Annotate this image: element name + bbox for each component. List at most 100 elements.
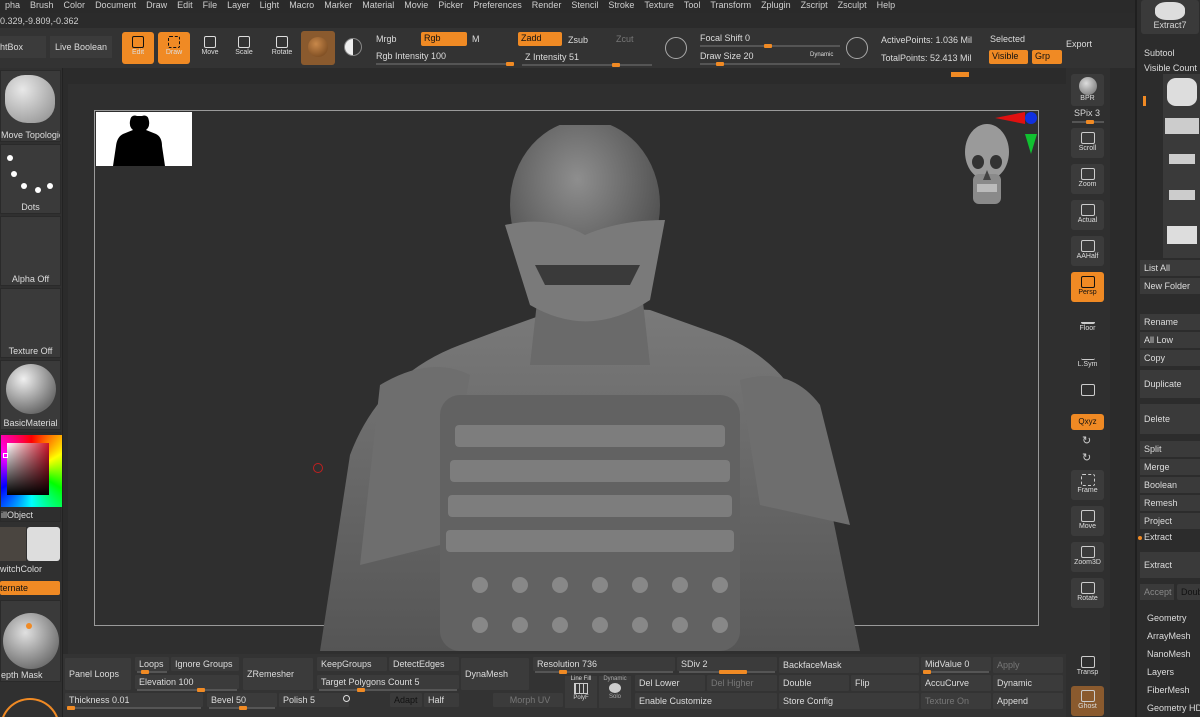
scroll-button[interactable]: Scroll [1071, 128, 1104, 158]
rotate-y-icon[interactable]: ↻ [1082, 434, 1091, 447]
lsym-button[interactable]: L.Sym [1071, 344, 1104, 374]
sculpt-model[interactable] [320, 125, 880, 651]
material-sphere-button[interactable] [301, 31, 335, 65]
thickness-slider[interactable]: Thickness 0.01 [65, 693, 203, 707]
z-intensity-track[interactable] [522, 63, 652, 67]
focal-shift-slider[interactable]: Focal Shift 0 [700, 32, 750, 44]
all-low-button[interactable]: All Low [1140, 332, 1200, 348]
menu-item[interactable]: Layer [222, 0, 255, 13]
project-button[interactable]: Project [1140, 513, 1200, 529]
menu-item[interactable]: Color [59, 0, 91, 13]
menu-item[interactable]: Zscript [796, 0, 833, 13]
live-boolean-button[interactable]: Live Boolean [50, 36, 112, 58]
morph-uv-button[interactable]: Morph UV [493, 693, 563, 707]
menu-item[interactable]: Movie [399, 0, 433, 13]
menu-item[interactable]: Render [527, 0, 567, 13]
focal-shift-track[interactable] [700, 44, 840, 48]
del-lower-button[interactable]: Del Lower [635, 675, 705, 691]
color-picker[interactable]: illObject [0, 432, 62, 522]
subtool-thumb[interactable] [1169, 190, 1195, 200]
zoom3d-button[interactable]: Zoom3D [1071, 542, 1104, 572]
persp-button[interactable]: Persp [1071, 272, 1104, 302]
alpha-selector[interactable]: Alpha Off [0, 216, 61, 286]
remesh-button[interactable]: Remesh [1140, 495, 1200, 511]
rotate-z-icon[interactable]: ↻ [1082, 451, 1091, 464]
aahalf-button[interactable]: AAHalf [1071, 236, 1104, 266]
sdiv-slider[interactable]: SDiv 2 [677, 657, 777, 671]
menu-item[interactable]: Texture [639, 0, 679, 13]
geometry-menu[interactable]: Geometry [1147, 613, 1187, 623]
move-view-button[interactable]: Move [1071, 506, 1104, 536]
actual-button[interactable]: Actual [1071, 200, 1104, 230]
menu-item[interactable]: Zsculpt [833, 0, 872, 13]
elevation-slider[interactable]: Elevation 100 [135, 675, 239, 689]
menu-item[interactable]: Macro [284, 0, 319, 13]
merge-button[interactable]: Merge [1140, 459, 1200, 475]
geometry-hd-menu[interactable]: Geometry HD [1147, 703, 1200, 713]
list-all-button[interactable]: List All [1140, 260, 1200, 276]
resolution-slider[interactable]: Resolution 736 [533, 657, 675, 671]
menu-item[interactable]: Light [255, 0, 285, 13]
accept-button[interactable]: Accept [1140, 584, 1174, 600]
layers-menu[interactable]: Layers [1147, 667, 1174, 677]
scale-button[interactable]: Scale [228, 32, 260, 64]
menu-item[interactable]: Help [872, 0, 901, 13]
fibermesh-menu[interactable]: FiberMesh [1147, 685, 1190, 695]
menu-item[interactable]: Transform [705, 0, 756, 13]
rgb-button[interactable]: Rgb [421, 32, 467, 46]
menu-item[interactable]: Stencil [566, 0, 603, 13]
loops-slider[interactable]: Loops [135, 657, 169, 671]
split-button[interactable]: Split [1140, 441, 1200, 457]
move-button[interactable]: Move [194, 32, 226, 64]
flip-button[interactable]: Flip [851, 675, 919, 691]
main-color-swatch[interactable] [0, 527, 26, 561]
apply-button[interactable]: Apply [993, 657, 1063, 673]
extract-button[interactable]: Extract [1140, 552, 1200, 578]
zoom-button[interactable]: Zoom [1071, 164, 1104, 194]
resolution-track[interactable] [535, 670, 673, 674]
rename-button[interactable]: Rename [1140, 314, 1200, 330]
draw-button[interactable]: Draw [158, 32, 190, 64]
menu-item[interactable]: Marker [319, 0, 357, 13]
accucurve-button[interactable]: AccuCurve [921, 675, 991, 691]
boolean-button[interactable]: Boolean [1140, 477, 1200, 493]
menu-item[interactable]: Preferences [468, 0, 527, 13]
draw-size-track[interactable] [700, 62, 840, 66]
transp-button[interactable]: Transp [1071, 652, 1104, 682]
visible-button[interactable]: Visible [989, 50, 1028, 64]
export-button[interactable]: Export [1066, 38, 1092, 50]
depth-mask-selector[interactable]: epth Mask [0, 600, 61, 682]
delete-button[interactable]: Delete [1140, 404, 1200, 434]
menu-item[interactable]: Zplugin [756, 0, 796, 13]
target-polygons-slider[interactable]: Target Polygons Count 5 [317, 675, 459, 689]
edit-button[interactable]: Edit [122, 32, 154, 64]
subtool-header[interactable]: Subtool [1144, 48, 1175, 58]
mrgb-button[interactable]: Mrgb [376, 33, 397, 45]
subtool-thumb[interactable] [1165, 118, 1199, 134]
dynamic-button[interactable]: Dynamic [993, 675, 1063, 691]
del-higher-button[interactable]: Del Higher [707, 675, 777, 691]
brush-selector[interactable]: Move Topologica [0, 70, 61, 142]
texture-on-button[interactable]: Texture On [921, 693, 991, 709]
stroke-selector[interactable]: Dots [0, 144, 61, 214]
menu-item[interactable]: Material [357, 0, 399, 13]
alternate-button[interactable]: ternate [0, 581, 60, 595]
bevel-slider[interactable]: Bevel 50 [207, 693, 277, 707]
copy-button[interactable]: Copy [1140, 350, 1200, 366]
zcut-button[interactable]: Zcut [616, 33, 634, 45]
spix-slider[interactable]: SPix 3 [1074, 108, 1100, 118]
current-tool-thumbnail[interactable]: Extract7 [1141, 0, 1199, 34]
double-button[interactable]: Doub [1177, 584, 1200, 600]
arraymesh-menu[interactable]: ArrayMesh [1147, 631, 1191, 641]
texture-selector[interactable]: Texture Off [0, 288, 61, 358]
bevel-track[interactable] [209, 706, 275, 710]
floor-button[interactable]: Floor [1071, 308, 1104, 338]
subtool-scrollbar[interactable] [1143, 96, 1146, 106]
subtool-thumb[interactable] [1169, 154, 1195, 164]
midvalue-slider[interactable]: MidValue 0 [921, 657, 991, 671]
rgb-intensity-track[interactable] [376, 62, 514, 66]
adapt-button[interactable]: Adapt [390, 693, 422, 707]
rgb-intensity-slider[interactable]: Rgb Intensity 100 [376, 50, 446, 62]
menu-item[interactable]: pha [0, 0, 25, 13]
enable-customize-button[interactable]: Enable Customize [635, 693, 777, 709]
